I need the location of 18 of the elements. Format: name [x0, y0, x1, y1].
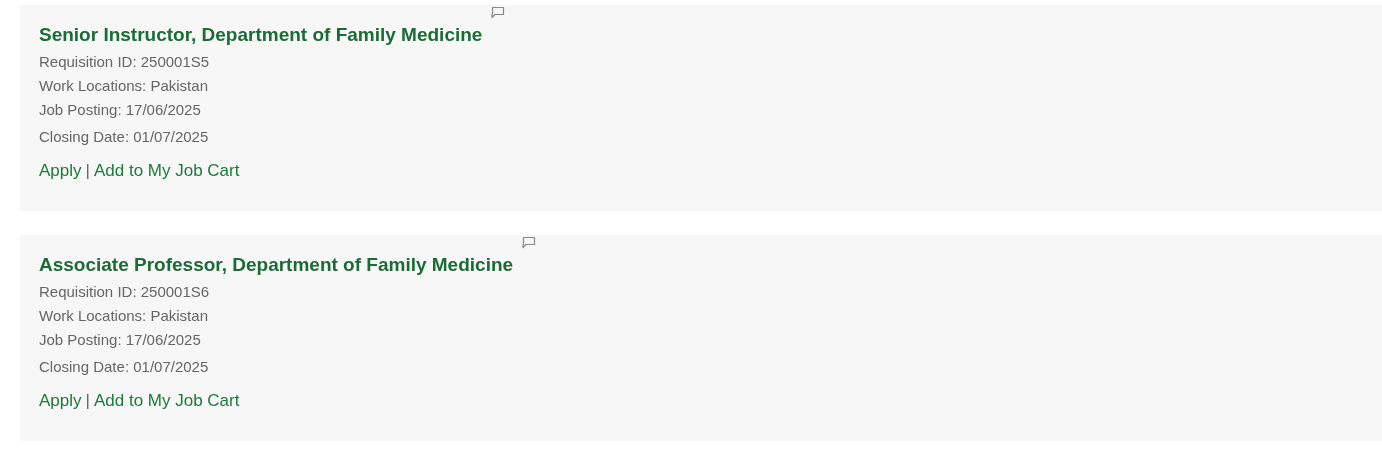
separator-text: | [85, 160, 90, 182]
comment-icon[interactable] [490, 6, 506, 19]
job-detail-text: Requisition ID: 250001S5 [39, 52, 211, 72]
job-detail-text: Job Posting: 17/06/2025 [39, 330, 202, 350]
job-detail-text: Work Locations: Pakistan [39, 76, 209, 96]
job-detail-text: Work Locations: Pakistan [39, 306, 209, 326]
add-to-cart-link[interactable]: Add to My Job Cart [93, 160, 240, 182]
comment-icon[interactable] [521, 236, 537, 249]
job-title-link[interactable]: Associate Professor, Department of Family Medicine [39, 252, 514, 278]
job-detail-text: Job Posting: 17/06/2025 [39, 100, 202, 120]
job-detail-text: Closing Date: 01/07/2025 [39, 127, 210, 147]
job-detail-text: Requisition ID: 250001S6 [39, 282, 211, 302]
apply-link[interactable]: Apply [39, 390, 82, 412]
apply-link[interactable]: Apply [39, 160, 82, 182]
job-title-link[interactable]: Senior Instructor, Department of Family Medicine [39, 22, 483, 48]
separator-text: | [85, 390, 90, 412]
add-to-cart-link[interactable]: Add to My Job Cart [93, 390, 240, 412]
job-detail-text: Closing Date: 01/07/2025 [39, 357, 210, 377]
